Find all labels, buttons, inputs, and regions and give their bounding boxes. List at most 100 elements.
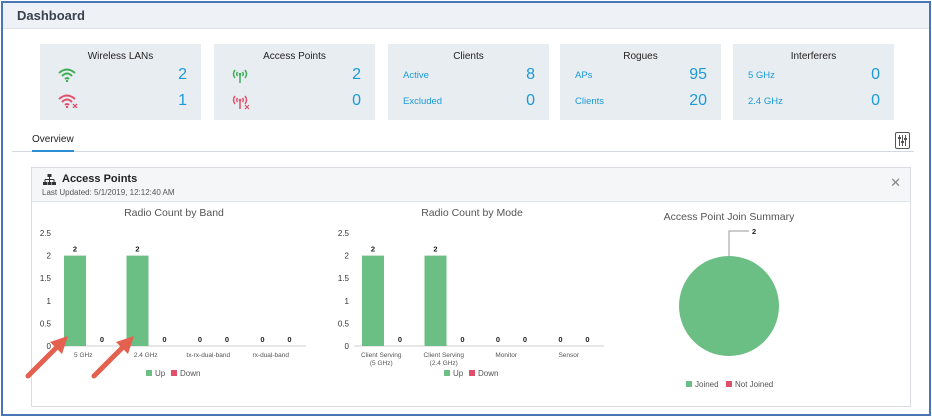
legend-label-down: Down <box>478 369 498 378</box>
card-interferers[interactable]: Interferers 5 GHz 0 2.4 GHz 0 <box>733 44 894 120</box>
data-label-up: 0 <box>198 335 202 344</box>
bar-up <box>362 255 384 346</box>
rogues-aps-count: 95 <box>689 66 707 83</box>
legend-label-down: Down <box>180 369 200 378</box>
data-label-up: 2 <box>433 245 437 254</box>
column-settings-icon <box>898 135 907 146</box>
legend-swatch-up <box>146 370 152 376</box>
card-wireless-lans[interactable]: Wireless LANs 2 1 <box>40 44 201 120</box>
card-access-points[interactable]: Access Points 2 0 <box>214 44 375 120</box>
y-tick-label: 0 <box>345 342 350 351</box>
annotation-arrow <box>91 336 134 379</box>
data-label-up: 0 <box>260 335 264 344</box>
card-rogues[interactable]: Rogues APs 95 Clients 20 <box>560 44 721 120</box>
bar-up <box>424 255 447 346</box>
column-settings-button[interactable] <box>895 132 910 149</box>
chart-title: Radio Count by Band <box>124 207 224 219</box>
card-row-up[interactable]: 2 <box>40 66 201 88</box>
wifi-up-icon <box>58 68 76 82</box>
data-label-down: 0 <box>287 335 291 344</box>
clients-excluded-count: 0 <box>526 92 535 109</box>
card-title: Clients <box>453 51 484 62</box>
card-row-up[interactable]: 2 <box>214 66 375 88</box>
pie-data-label: 2 <box>752 227 756 236</box>
legend-label-up: Up <box>453 369 464 378</box>
y-tick-label: 2 <box>47 252 52 261</box>
card-title: Wireless LANs <box>87 51 154 62</box>
y-tick-label: 1 <box>345 297 350 306</box>
card-title: Access Points <box>263 51 326 62</box>
data-label-down: 0 <box>523 335 527 344</box>
charts-area: Radio Count by Band00.511.522.5205 GHz20… <box>40 207 795 389</box>
card-row-excluded[interactable]: Excluded 0 <box>388 92 549 114</box>
data-label-down: 0 <box>460 335 464 344</box>
x-tick-label: tx-rx-dual-band <box>186 352 230 359</box>
page-title: Dashboard <box>17 8 85 23</box>
wifi-down-icon <box>58 94 78 108</box>
annotation-arrow <box>25 336 68 379</box>
wlan-up-count: 2 <box>178 66 187 83</box>
ap-down-icon <box>232 95 250 110</box>
last-updated: Last Updated: 5/1/2019, 12:12:40 AM <box>42 188 175 197</box>
x-tick-label: Sensor <box>558 352 579 359</box>
chart-title: Access Point Join Summary <box>664 211 795 223</box>
legend-label-up: Up <box>155 369 166 378</box>
legend-swatch-up <box>444 370 450 376</box>
x-tick-label: rx-dual-band <box>253 352 290 359</box>
card-row-5ghz[interactable]: 5 GHz 0 <box>733 66 894 88</box>
card-row-24ghz[interactable]: 2.4 GHz 0 <box>733 92 894 114</box>
tab-overview[interactable]: Overview <box>32 134 74 152</box>
clients-excluded-label: Excluded <box>403 96 443 107</box>
tab-bar: Overview <box>12 128 914 152</box>
ap-down-count: 0 <box>352 92 361 109</box>
y-tick-label: 1.5 <box>40 274 52 283</box>
data-label-up: 0 <box>496 335 500 344</box>
card-title: Interferers <box>790 51 837 62</box>
y-tick-label: 0.5 <box>40 319 52 328</box>
data-label-up: 2 <box>135 245 139 254</box>
interferers-24ghz-count: 0 <box>871 92 880 109</box>
close-icon[interactable]: ✕ <box>890 176 901 189</box>
pie-leader-line <box>728 230 749 256</box>
interferers-5ghz-label: 5 GHz <box>748 70 775 81</box>
legend-swatch-not-joined <box>726 381 732 387</box>
y-tick-label: 2.5 <box>40 229 52 238</box>
y-tick-label: 1.5 <box>338 274 350 283</box>
card-row-down[interactable]: 1 <box>40 92 201 114</box>
x-tick-label: (5 GHz) <box>370 360 393 367</box>
access-points-panel: Access Points Last Updated: 5/1/2019, 12… <box>31 167 911 407</box>
title-bar: Dashboard <box>3 3 929 29</box>
legend-swatch-down <box>171 370 177 376</box>
data-label-up: 2 <box>73 245 77 254</box>
rogues-clients-label: Clients <box>575 96 605 107</box>
card-row-clients[interactable]: Clients 20 <box>560 92 721 114</box>
interferers-5ghz-count: 0 <box>871 66 880 83</box>
y-tick-label: 0.5 <box>338 319 350 328</box>
legend-swatch-joined <box>686 381 692 387</box>
wlan-down-count: 1 <box>178 92 187 109</box>
card-row-down[interactable]: 0 <box>214 92 375 114</box>
rogues-clients-count: 20 <box>689 92 707 109</box>
x-tick-label: Client Serving <box>361 352 402 359</box>
legend-label-joined: Joined <box>695 380 719 389</box>
y-tick-label: 2 <box>345 252 350 261</box>
ap-up-count: 2 <box>352 66 361 83</box>
data-label-up: 0 <box>558 335 562 344</box>
card-row-active[interactable]: Active 8 <box>388 66 549 88</box>
pie-slice-joined <box>679 256 779 356</box>
x-tick-label: (2.4 GHz) <box>430 360 458 367</box>
chart-title: Radio Count by Mode <box>421 207 523 219</box>
interferers-24ghz-label: 2.4 GHz <box>748 96 783 107</box>
topology-icon <box>43 174 56 185</box>
ap-up-icon <box>232 69 248 83</box>
card-row-aps[interactable]: APs 95 <box>560 66 721 88</box>
data-label-down: 0 <box>225 335 229 344</box>
data-label-down: 0 <box>585 335 589 344</box>
legend-swatch-down <box>469 370 475 376</box>
data-label-up: 2 <box>371 245 375 254</box>
data-label-down: 0 <box>398 335 402 344</box>
rogues-aps-label: APs <box>575 70 593 81</box>
clients-active-count: 8 <box>526 66 535 83</box>
card-clients[interactable]: Clients Active 8 Excluded 0 <box>388 44 549 120</box>
card-title: Rogues <box>623 51 658 62</box>
